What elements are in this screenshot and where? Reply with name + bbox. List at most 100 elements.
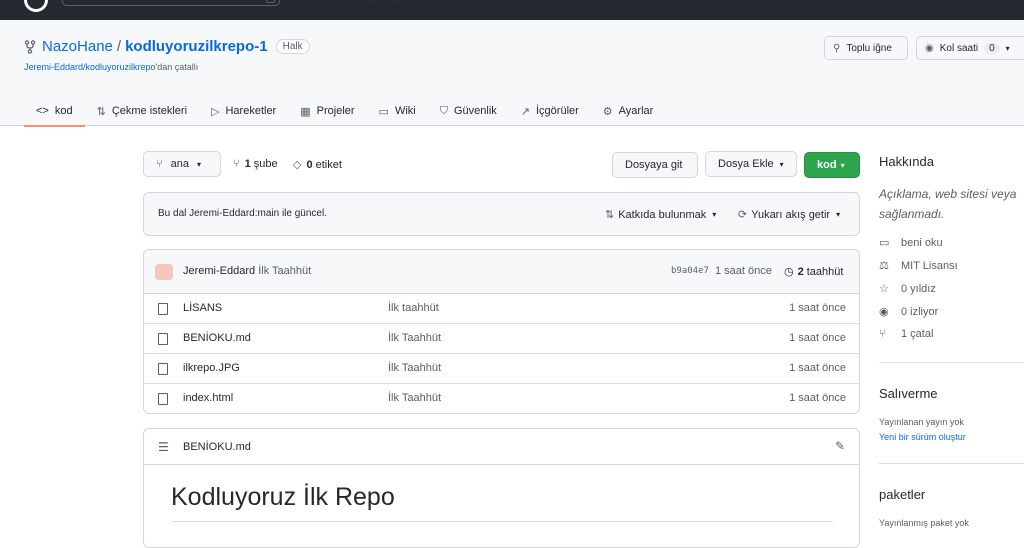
pull-request-icon: ⇅ bbox=[605, 209, 615, 221]
branch-icon: ⑂ bbox=[233, 158, 240, 170]
chevron-down-icon: ▾ bbox=[1005, 43, 1010, 53]
goto-file-button[interactable]: Dosyaya git bbox=[612, 152, 698, 178]
repo-name-link[interactable]: kodluyoruzilkrepo-1 bbox=[125, 38, 268, 55]
avatar[interactable] bbox=[155, 264, 173, 280]
sync-icon: ⟳ bbox=[738, 209, 748, 221]
forked-from: Jeremi-Eddard/kodluyoruzilkrepo'dan çata… bbox=[24, 62, 198, 72]
sidebar-item-label: 0 yıldız bbox=[901, 282, 936, 295]
code-button[interactable]: kod ▾ bbox=[804, 152, 860, 178]
tab-3[interactable]: ▦ Projeler bbox=[288, 96, 366, 126]
tab-label: Wiki bbox=[394, 105, 416, 117]
list-icon[interactable]: ☰ bbox=[158, 440, 169, 454]
branch-status-message: Bu dal Jeremi-Eddard:main ile güncel. bbox=[158, 208, 327, 219]
tag-icon: ◇ bbox=[293, 159, 302, 171]
tab-5[interactable]: ⛉ Güvenlik bbox=[428, 96, 509, 126]
watch-label: Kol saati bbox=[939, 42, 979, 54]
branch-select-button[interactable]: ⑂ ana ▾ bbox=[143, 151, 221, 177]
tab-1[interactable]: ⇅ Çekme istekleri bbox=[85, 96, 199, 126]
eye-icon: ◉ bbox=[879, 306, 889, 318]
star-icon: ☆ bbox=[879, 283, 889, 295]
tab-label: İçgörüler bbox=[536, 105, 579, 117]
file-commit-time: 1 saat önce bbox=[789, 332, 846, 344]
tab-0[interactable]: <> kod bbox=[24, 96, 85, 127]
branch-status-box: Bu dal Jeremi-Eddard:main ile güncel. ⇅ … bbox=[143, 192, 860, 236]
tags-label: etiket bbox=[315, 158, 342, 171]
fork-icon: ⑂ bbox=[879, 328, 886, 340]
pin-button[interactable]: ⚲ Toplu iğne bbox=[824, 36, 908, 60]
file-commit-message[interactable]: İlk Taahhüt bbox=[388, 392, 441, 404]
about-title: Hakkında bbox=[879, 154, 934, 169]
table-icon: ▦ bbox=[300, 105, 311, 118]
commit-author[interactable]: Jeremi-Eddard bbox=[183, 265, 255, 277]
watch-button[interactable]: ◉ Kol saati 0 ▾ bbox=[916, 36, 1024, 60]
file-list: LİSANS İlk taahhüt 1 saat önce BENİOKU.md İl… bbox=[144, 294, 859, 413]
forked-from-link[interactable]: Jeremi-Eddard/kodluyoruzilkrepo bbox=[24, 62, 156, 72]
table-row: BENİOKU.md İlk Taahhüt 1 saat önce bbox=[144, 324, 859, 354]
commit-history-link[interactable]: ◷ 2 taahhüt bbox=[784, 265, 843, 279]
branch-icon: ⑂ bbox=[156, 158, 163, 170]
tab-7[interactable]: ⚙ Ayarlar bbox=[591, 96, 666, 126]
shield-icon: ⛉ bbox=[439, 104, 448, 117]
chevron-down-icon: ▾ bbox=[779, 159, 784, 169]
commit-message[interactable]: İlk Taahhüt bbox=[258, 265, 311, 277]
sidebar-item[interactable]: ⚖ MIT Lisansı bbox=[879, 259, 958, 273]
slash-shortcut-icon bbox=[266, 0, 275, 3]
file-icon bbox=[158, 333, 168, 345]
repo-owner-link[interactable]: NazoHane bbox=[42, 38, 113, 55]
tags-link[interactable]: ◇ 0 etiket bbox=[293, 158, 342, 172]
pencil-icon[interactable]: ✎ bbox=[835, 439, 845, 453]
tab-4[interactable]: ▭ Wiki bbox=[367, 96, 428, 126]
file-browser: Jeremi-Eddard İlk Taahhüt b9a04e7 1 saat… bbox=[143, 249, 860, 414]
tab-2[interactable]: ▷ Hareketler bbox=[199, 96, 288, 126]
packages-none: Yayınlanmış paket yok bbox=[879, 518, 969, 528]
sidebar-item-label: MIT Lisansı bbox=[901, 259, 958, 272]
readme-header: ☰ BENİOKU.md ✎ bbox=[144, 429, 859, 465]
file-name[interactable]: BENİOKU.md bbox=[183, 332, 251, 344]
github-logo-icon[interactable] bbox=[24, 0, 48, 12]
file-commit-message[interactable]: İlk taahhüt bbox=[388, 302, 439, 314]
header-nav-links[interactable]: ▪ ▪▪▪▪▪ ▪▪ ▪▪▪▪▪ ▪ ▪▪▪▪ ▪ bbox=[294, 0, 428, 5]
table-row: LİSANS İlk taahhüt 1 saat önce bbox=[144, 294, 859, 324]
gear-icon: ⚙ bbox=[602, 105, 613, 118]
graph-icon: ↗ bbox=[520, 105, 530, 118]
repo-tabs: <> kod ⇅ Çekme istekleri ▷ Hareketler ▦ Projele… bbox=[24, 96, 666, 127]
sidebar-item-label: beni oku bbox=[901, 236, 943, 249]
sidebar-item[interactable]: ☆ 0 yıldız bbox=[879, 282, 936, 296]
tab-label: Projeler bbox=[316, 105, 355, 117]
tags-count: 0 bbox=[306, 158, 313, 171]
chevron-down-icon: ▾ bbox=[836, 210, 841, 219]
repo-separator: / bbox=[116, 38, 122, 55]
file-commit-message[interactable]: İlk Taahhüt bbox=[388, 362, 441, 374]
search-input[interactable] bbox=[62, 0, 280, 6]
sidebar-item[interactable]: ▭ beni oku bbox=[879, 236, 943, 250]
file-name[interactable]: LİSANS bbox=[183, 302, 222, 314]
packages-title[interactable]: paketler bbox=[879, 487, 925, 502]
sidebar-divider bbox=[879, 362, 1024, 363]
file-commit-time: 1 saat önce bbox=[789, 392, 846, 404]
contribute-label: Katkıda bulunmak bbox=[618, 208, 707, 221]
tab-label: Çekme istekleri bbox=[111, 105, 188, 117]
commit-sha[interactable]: b9a04e7 bbox=[671, 266, 709, 276]
code-icon: <> bbox=[36, 105, 49, 117]
sidebar-item[interactable]: ◉ 0 izliyor bbox=[879, 305, 938, 319]
branch-name: ana bbox=[170, 158, 189, 170]
fetch-upstream-button[interactable]: ⟳ Yukarı akış getir ▾ bbox=[738, 208, 841, 222]
file-name[interactable]: ilkrepo.JPG bbox=[183, 362, 240, 374]
releases-title[interactable]: Salıverme bbox=[879, 386, 938, 401]
sidebar-item[interactable]: ⑂ 1 çatal bbox=[879, 328, 933, 340]
about-description: Açıklama, web sitesi veya sağlanmadı. bbox=[879, 184, 1016, 224]
releases-none: Yayınlanan yayın yok bbox=[879, 417, 964, 427]
book-icon: ▭ bbox=[879, 237, 890, 249]
branches-link[interactable]: ⑂ 1 şube bbox=[233, 158, 278, 170]
history-icon: ◷ bbox=[784, 266, 794, 278]
file-icon bbox=[158, 393, 168, 405]
tab-6[interactable]: ↗ İçgörüler bbox=[509, 96, 591, 126]
file-commit-message[interactable]: İlk Taahhüt bbox=[388, 332, 441, 344]
add-file-button[interactable]: Dosya Ekle ▾ bbox=[705, 151, 797, 177]
contribute-button[interactable]: ⇅ Katkıda bulunmak ▾ bbox=[605, 208, 716, 222]
watch-count: 0 bbox=[984, 42, 1000, 54]
pin-label: Toplu iğne bbox=[846, 42, 892, 54]
create-release-link[interactable]: Yeni bir sürüm oluştur bbox=[879, 432, 966, 442]
readme-filename: BENİOKU.md bbox=[183, 441, 251, 453]
file-name[interactable]: index.html bbox=[183, 392, 233, 404]
